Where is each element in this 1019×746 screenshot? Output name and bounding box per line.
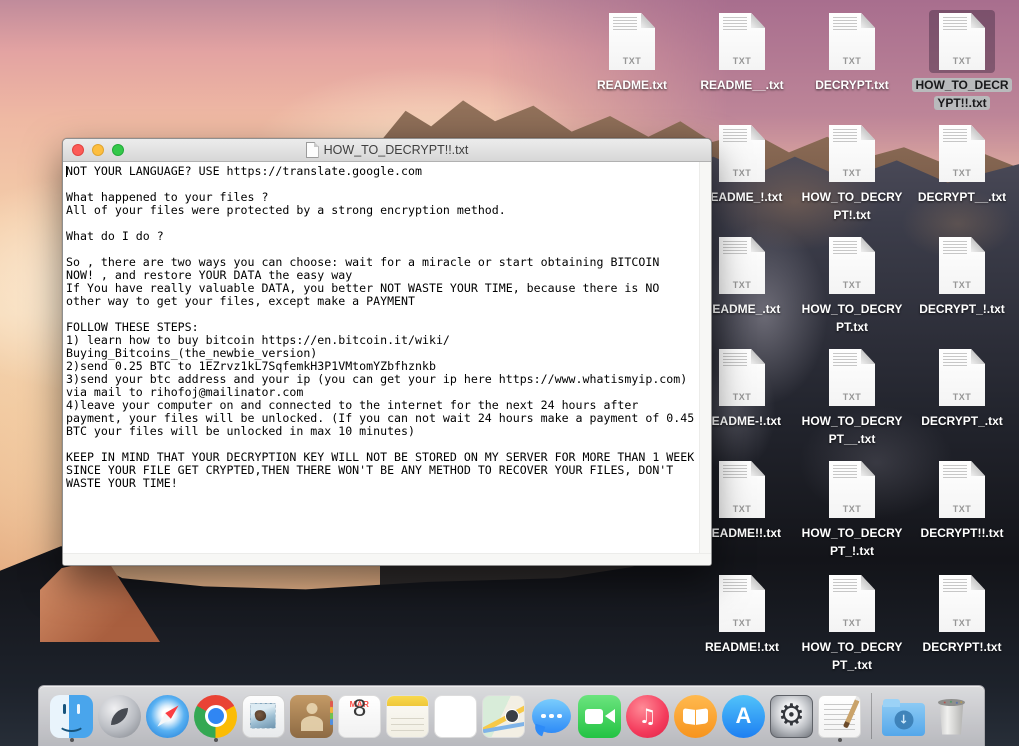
dock-icon-notes[interactable] — [386, 688, 429, 744]
txt-file-icon: TXT — [709, 10, 775, 73]
dock-items: MAR8 ♫ A⚙ ↓ — [39, 686, 984, 746]
dock-icon-ibooks[interactable] — [674, 688, 717, 744]
file-name-label: DECRYPT_.txt — [921, 414, 1003, 428]
txt-file-icon: TXT — [709, 346, 775, 409]
txt-file-icon: TXT — [819, 346, 885, 409]
file-name-label: DECRYPT_!.txt — [919, 302, 1005, 316]
traffic-lights — [72, 144, 124, 156]
desktop-icon-decrypt-txt[interactable]: TXT DECRYPT!!.txt — [910, 458, 1014, 542]
txt-file-icon: TXT — [929, 10, 995, 73]
txt-file-icon: TXT — [929, 234, 995, 297]
txt-file-icon: TXT — [929, 122, 995, 185]
file-name-label: DECRYPT__.txt — [918, 190, 1006, 204]
dock-icon-downloads[interactable]: ↓ — [882, 688, 925, 744]
text-caret — [66, 166, 67, 177]
desktop-icon-how-to-decrypt-txt[interactable]: TXT HOW_TO_DECRYPT!.txt — [800, 122, 904, 224]
dock-icon-safari[interactable] — [146, 688, 189, 744]
txt-file-icon: TXT — [709, 458, 775, 521]
textedit-window: HOW_TO_DECRYPT!!.txt NOT YOUR LANGUAGE? … — [62, 138, 712, 566]
dock-separator — [871, 693, 872, 739]
file-name-label: HOW_TO_DECRYPT__.txt — [802, 414, 903, 446]
document-icon — [306, 142, 319, 158]
desktop-icon-how-to-decrypt-txt[interactable]: TXT HOW_TO_DECRYPT__.txt — [800, 346, 904, 448]
file-name-label: HOW_TO_DECRYPT!!.txt — [912, 78, 1011, 110]
dock-icon-calendar[interactable]: MAR8 — [338, 688, 381, 744]
desktop-icon-readme-txt[interactable]: TXT README.txt — [580, 10, 684, 94]
dock-icon-reminders[interactable] — [434, 688, 477, 744]
dock-icon-trash[interactable] — [930, 688, 973, 744]
file-name-label: README__.txt — [700, 78, 783, 92]
file-name-label: README-!.txt — [703, 414, 781, 428]
dock-icon-sysprefs[interactable]: ⚙ — [770, 688, 813, 744]
txt-file-icon: TXT — [819, 10, 885, 73]
txt-file-icon: TXT — [819, 458, 885, 521]
desktop-icon-decrypt-txt[interactable]: TXT DECRYPT!.txt — [910, 572, 1014, 656]
file-name-label: README!!.txt — [703, 526, 781, 540]
file-name-label: README_!.txt — [702, 190, 783, 204]
file-name-label: README_.txt — [704, 302, 781, 316]
txt-file-icon: TXT — [709, 234, 775, 297]
file-name-label: HOW_TO_DECRYPT_.txt — [802, 640, 903, 672]
dock-icon-launchpad[interactable] — [98, 688, 141, 744]
file-name-label: DECRYPT.txt — [815, 78, 889, 92]
desktop-icon-decrypt-txt[interactable]: TXT DECRYPT_!.txt — [910, 234, 1014, 318]
txt-file-icon: TXT — [709, 572, 775, 635]
file-name-label: DECRYPT!!.txt — [921, 526, 1004, 540]
txt-file-icon: TXT — [929, 346, 995, 409]
file-name-label: HOW_TO_DECRYPT!.txt — [802, 190, 903, 222]
dock-icon-itunes[interactable]: ♫ — [626, 688, 669, 744]
document-content-area[interactable]: NOT YOUR LANGUAGE? USE https://translate… — [63, 162, 711, 565]
file-name-label: README!.txt — [705, 640, 779, 654]
dock-icon-mail[interactable] — [242, 688, 285, 744]
desktop-icon-decrypt-txt[interactable]: TXT DECRYPT_.txt — [910, 346, 1014, 430]
desktop-icon-readme-txt[interactable]: TXT README!.txt — [690, 572, 794, 656]
desktop-icon-how-to-decrypt-txt[interactable]: TXT HOW_TO_DECRYPT_.txt — [800, 572, 904, 674]
close-button[interactable] — [72, 144, 84, 156]
window-title-area: HOW_TO_DECRYPT!!.txt — [63, 139, 711, 161]
file-name-label: README.txt — [597, 78, 667, 92]
vertical-scrollbar[interactable] — [699, 162, 711, 554]
txt-file-icon: TXT — [819, 122, 885, 185]
file-name-label: HOW_TO_DECRYPT_!.txt — [802, 526, 903, 558]
file-name-label: DECRYPT!.txt — [923, 640, 1002, 654]
dock-icon-contacts[interactable] — [290, 688, 333, 744]
txt-file-icon: TXT — [709, 122, 775, 185]
running-indicator — [70, 738, 74, 742]
dock: MAR8 ♫ A⚙ ↓ — [38, 685, 985, 746]
dock-icon-finder[interactable] — [50, 688, 93, 744]
dock-icon-textedit[interactable] — [818, 688, 861, 744]
dock-icon-appstore[interactable]: A — [722, 688, 765, 744]
desktop-icon-how-to-decrypt-txt[interactable]: TXT HOW_TO_DECRYPT_!.txt — [800, 458, 904, 560]
zoom-button[interactable] — [112, 144, 124, 156]
txt-file-icon: TXT — [819, 572, 885, 635]
file-name-label: HOW_TO_DECRYPT.txt — [802, 302, 903, 334]
desktop-icon-how-to-decrypt-txt[interactable]: TXT HOW_TO_DECRYPT!!.txt — [910, 10, 1014, 112]
desktop-icon-readme-txt[interactable]: TXT README__.txt — [690, 10, 794, 94]
running-indicator — [214, 738, 218, 742]
dock-icon-messages[interactable] — [530, 688, 573, 744]
dock-icon-maps[interactable] — [482, 688, 525, 744]
window-title: HOW_TO_DECRYPT!!.txt — [324, 139, 469, 161]
document-text[interactable]: NOT YOUR LANGUAGE? USE https://translate… — [63, 162, 711, 490]
txt-file-icon: TXT — [929, 458, 995, 521]
txt-file-icon: TXT — [929, 572, 995, 635]
desktop-icon-decrypt-txt[interactable]: TXT DECRYPT__.txt — [910, 122, 1014, 206]
dock-icon-chrome[interactable] — [194, 688, 237, 744]
desktop-icon-decrypt-txt[interactable]: TXT DECRYPT.txt — [800, 10, 904, 94]
txt-file-icon: TXT — [819, 234, 885, 297]
horizontal-scrollbar[interactable] — [63, 553, 711, 565]
window-titlebar[interactable]: HOW_TO_DECRYPT!!.txt — [63, 139, 711, 162]
minimize-button[interactable] — [92, 144, 104, 156]
running-indicator — [838, 738, 842, 742]
txt-file-icon: TXT — [599, 10, 665, 73]
desktop-icon-how-to-decrypt-txt[interactable]: TXT HOW_TO_DECRYPT.txt — [800, 234, 904, 336]
dock-icon-facetime[interactable] — [578, 688, 621, 744]
